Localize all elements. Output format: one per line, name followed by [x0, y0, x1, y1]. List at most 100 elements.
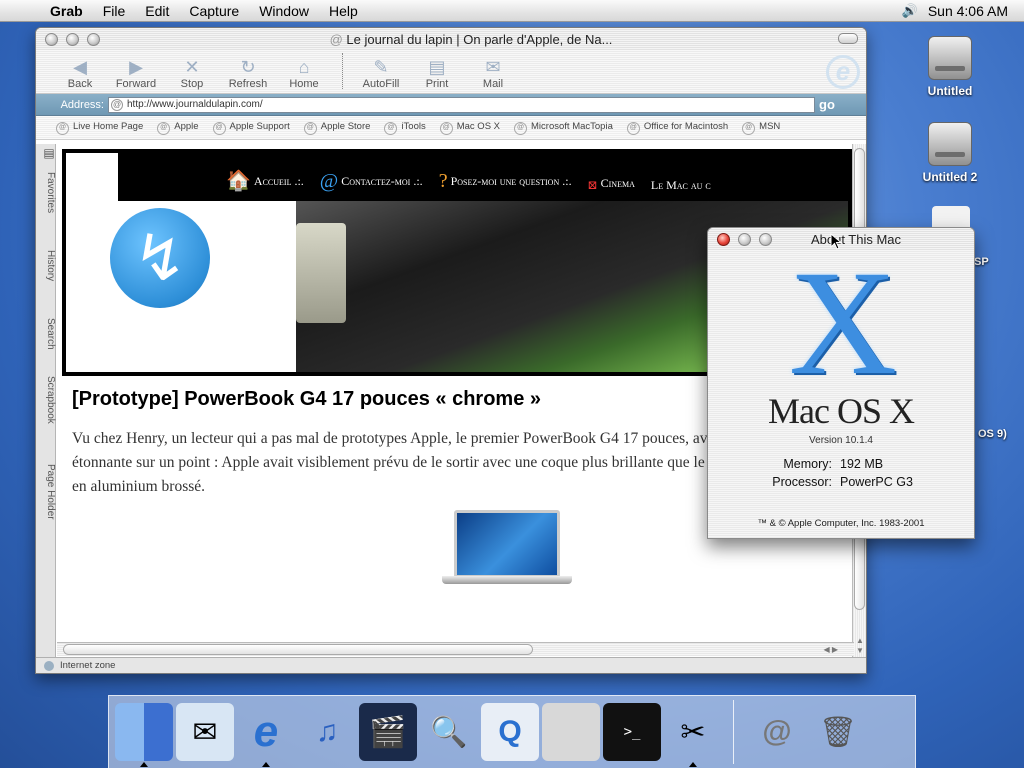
quicktime-icon[interactable]: Q — [481, 703, 539, 761]
back-button[interactable]: ◀ Back — [52, 56, 108, 93]
terminal-icon[interactable]: >_ — [603, 703, 661, 761]
forward-button[interactable]: ▶ Forward — [108, 56, 164, 93]
at-sign-icon: @ — [319, 170, 339, 192]
browser-title-text: Le journal du lapin | On parle d'Apple, … — [346, 31, 613, 47]
internet-explorer-icon[interactable]: e — [237, 703, 295, 767]
imovie-icon[interactable]: 🎬 — [359, 703, 417, 761]
favorite-apple-support[interactable]: Apple Support — [213, 121, 290, 135]
os-name: Mac OS X — [768, 391, 915, 431]
browser-window-title: @ Le journal du lapin | On parle d'Apple… — [116, 32, 826, 47]
mail-icon[interactable]: ✉ — [176, 703, 234, 761]
running-indicator — [140, 762, 148, 767]
favorite-apple-store[interactable]: Apple Store — [304, 121, 371, 135]
menu-clock[interactable]: Sun 4:06 AM — [928, 3, 1008, 19]
horizontal-scroll-thumb[interactable] — [63, 644, 533, 655]
browser-toolbar: ◀ Back ▶ Forward ✕ Stop ↻ Refresh ⌂ Home ✎ Aut… — [36, 50, 866, 94]
forward-arrow-icon: ▶ — [129, 57, 143, 77]
minimize-button[interactable] — [66, 32, 79, 46]
favorite-microsoft-mactopia[interactable]: Microsoft MacTopia — [514, 121, 613, 135]
menu-app-grab[interactable]: Grab — [40, 3, 93, 19]
refresh-button[interactable]: ↻ Refresh — [220, 56, 276, 93]
os-version[interactable]: Version 10.1.4 — [708, 435, 974, 446]
favorite-live-home-page[interactable]: Live Home Page — [56, 121, 143, 135]
desktop-disk-untitled-2[interactable]: Untitled 2 — [910, 122, 990, 184]
menu-edit[interactable]: Edit — [135, 3, 179, 19]
tab-history[interactable]: History — [36, 250, 56, 281]
home-button[interactable]: ⌂ Home — [276, 56, 332, 93]
favorite-itools[interactable]: iTools — [384, 121, 425, 135]
tab-scrapbook[interactable]: Scrapbook — [36, 376, 56, 424]
refresh-icon: ↻ — [240, 57, 256, 77]
mac-os-x-logo-icon: X — [788, 240, 898, 406]
favorite-apple[interactable]: Apple — [157, 121, 198, 135]
tab-favorites[interactable]: Favorites — [36, 172, 56, 213]
memory-label: Memory: — [783, 457, 832, 471]
home-icon: ⌂ — [298, 57, 310, 77]
stop-button[interactable]: ✕ Stop — [164, 56, 220, 93]
grab-icon[interactable]: ✂ — [664, 703, 722, 767]
nav-le-mac[interactable]: Le Mac au c — [651, 178, 711, 193]
menu-bar: Grab File Edit Capture Window Help 🔊 Sun… — [0, 0, 1024, 22]
dock-separator — [733, 700, 734, 764]
hard-disk-icon — [928, 36, 972, 80]
menu-capture[interactable]: Capture — [179, 3, 249, 19]
status-text: Internet zone — [60, 660, 116, 671]
mouse-cursor-icon — [830, 233, 842, 250]
close-button[interactable] — [45, 32, 58, 46]
printer-icon: ▤ — [428, 57, 446, 77]
go-button[interactable]: go — [819, 97, 835, 112]
scroll-arrows-icon[interactable]: ▲ ▼ — [853, 636, 866, 656]
article-headline[interactable]: [Prototype] PowerBook G4 17 pouces « chr… — [72, 388, 541, 411]
page-favicon-icon: @ — [329, 31, 343, 47]
menu-window[interactable]: Window — [249, 3, 319, 19]
favorite-office-for-macintosh[interactable]: Office for Macintosh — [627, 121, 728, 135]
running-indicator — [262, 762, 270, 767]
horizontal-scrollbar[interactable]: ◀ ▶ — [57, 642, 854, 656]
zoom-button[interactable] — [87, 32, 100, 46]
itunes-icon[interactable]: ♫ — [298, 703, 356, 761]
toolbar-separator — [342, 53, 343, 89]
desktop-disk-untitled[interactable]: Untitled — [910, 36, 990, 98]
system-preferences-icon[interactable] — [542, 703, 600, 761]
favorite-mac-os-x[interactable]: Mac OS X — [440, 121, 500, 135]
menu-help[interactable]: Help — [319, 3, 368, 19]
nav-question[interactable]: ? Posez-moi une question .:. — [439, 170, 572, 193]
home-icon: 🏠 — [226, 170, 251, 192]
scroll-arrows-icon[interactable]: ◀ ▶ — [823, 643, 838, 656]
powerbook-screen — [454, 510, 560, 578]
toolbar-toggle-button[interactable] — [838, 33, 858, 44]
menu-file[interactable]: File — [93, 3, 136, 19]
running-indicator — [689, 762, 697, 767]
nav-contact[interactable]: @ Contactez-moi .:. — [320, 170, 423, 193]
finder-icon[interactable] — [115, 703, 173, 767]
address-input[interactable]: @ http://www.journaldulapin.com/ — [108, 96, 815, 113]
nav-cinema[interactable]: ⊠ Cinema — [588, 176, 635, 193]
autofill-pen-icon: ✎ — [373, 57, 389, 77]
desktop-disk-label: Untitled — [927, 84, 973, 98]
powerbook-image — [442, 510, 572, 590]
desktop-partial-label: SP — [974, 256, 989, 268]
mail-button[interactable]: ✉ Mail — [465, 56, 521, 93]
thunderbolt-logo-icon: ↯ — [110, 208, 210, 308]
print-button[interactable]: ▤ Print — [409, 56, 465, 93]
close-button[interactable] — [717, 232, 730, 246]
copyright-text: ™ & © Apple Computer, Inc. 1983-2001 — [757, 518, 925, 529]
volume-icon[interactable]: 🔊 — [902, 3, 918, 19]
nav-accueil[interactable]: 🏠 Accueil .:. — [226, 168, 304, 193]
sidebar-toggle-icon[interactable]: ▤ — [36, 146, 56, 160]
trash-icon[interactable]: 🗑 — [809, 703, 867, 761]
desktop-disk-label: Untitled 2 — [922, 170, 978, 184]
tab-search[interactable]: Search — [36, 318, 56, 350]
sherlock-icon[interactable]: 🔍 — [420, 703, 478, 761]
favorites-bar: Live Home Page Apple Apple Support Apple… — [36, 116, 866, 140]
broken-image-icon: ⊠ — [587, 178, 598, 192]
status-bar: Internet zone — [36, 657, 866, 673]
internet-zone-icon — [44, 660, 54, 671]
autofill-button[interactable]: ✎ AutoFill — [353, 56, 409, 93]
favorite-msn[interactable]: MSN — [742, 121, 780, 135]
about-this-mac-window: About This Mac X Mac OS X Version 10.1.4… — [707, 227, 975, 539]
internet-connect-icon[interactable]: @ — [748, 703, 806, 761]
tab-page-holder[interactable]: Page Holder — [36, 464, 56, 520]
page-favicon-icon: @ — [111, 98, 123, 111]
browser-titlebar[interactable]: @ Le journal du lapin | On parle d'Apple… — [36, 28, 866, 50]
